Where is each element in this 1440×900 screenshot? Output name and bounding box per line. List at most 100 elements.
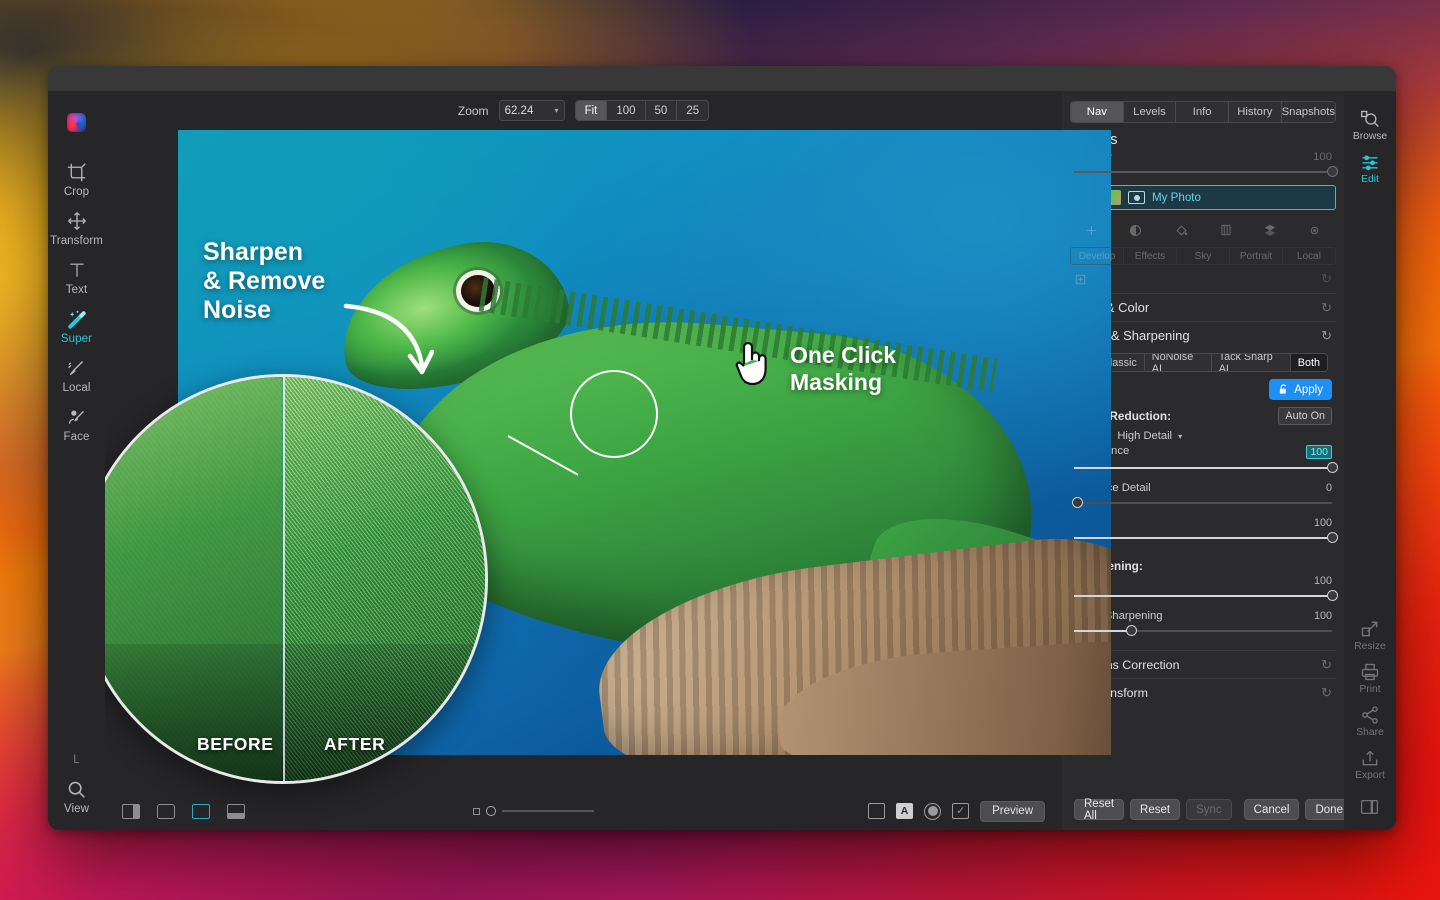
apply-button[interactable]: Apply: [1269, 379, 1332, 400]
method-value[interactable]: High Detail: [1117, 430, 1172, 442]
fill-icon[interactable]: [1174, 223, 1189, 238]
rail-share[interactable]: Share: [1356, 699, 1383, 742]
rail-export[interactable]: Export: [1355, 742, 1385, 785]
module-tab-effects[interactable]: Effects: [1124, 248, 1177, 264]
module-tab-sky[interactable]: Sky: [1177, 248, 1230, 264]
panel-toggle-button[interactable]: [1360, 785, 1379, 821]
before-after-loupe[interactable]: BEFORE AFTER: [78, 374, 488, 784]
tab-nav[interactable]: Nav: [1071, 102, 1124, 122]
rating-group: A ✓ Preview: [868, 801, 1045, 822]
size-slider-track[interactable]: [502, 810, 594, 812]
opacity-slider[interactable]: [1074, 165, 1332, 179]
deblur-slider[interactable]: [1074, 589, 1332, 603]
zoom-preset-100[interactable]: 100: [607, 101, 645, 120]
module-tab-portrait[interactable]: Portrait: [1230, 248, 1283, 264]
tab-info[interactable]: Info: [1176, 102, 1229, 122]
tool-transform[interactable]: Transform: [48, 203, 105, 252]
tool-label: Local: [63, 382, 91, 394]
zoom-preset-fit[interactable]: Fit: [576, 101, 608, 120]
auto-on-button[interactable]: Auto On: [1278, 407, 1332, 425]
rail-edit[interactable]: Edit: [1360, 146, 1380, 189]
unlock-icon: [1278, 383, 1289, 396]
add-layer-icon[interactable]: [1085, 224, 1098, 237]
luminance-slider[interactable]: [1074, 461, 1332, 475]
tool-label: Super: [61, 333, 92, 345]
luminance-value[interactable]: 100: [1306, 445, 1332, 459]
reset-icon[interactable]: ↻: [1321, 328, 1332, 344]
chevron-down-icon[interactable]: ▾: [1178, 432, 1182, 441]
magnifier-icon: [66, 778, 87, 800]
tool-super[interactable]: Super: [48, 301, 105, 350]
rating-box-icon[interactable]: [868, 803, 885, 819]
grid-view-icon[interactable]: [192, 804, 210, 819]
color-label-icon[interactable]: [924, 803, 941, 820]
magic-wand-icon: [65, 308, 88, 330]
zoom-preset-50[interactable]: 50: [646, 101, 678, 120]
reset-icon[interactable]: ↻: [1321, 685, 1332, 701]
compare-split-icon[interactable]: [122, 804, 140, 819]
micro-sharpening-value[interactable]: 100: [1314, 610, 1332, 622]
delete-layer-icon[interactable]: [1219, 223, 1233, 237]
loupe-split-line: [283, 377, 285, 781]
zoom-preset-25[interactable]: 25: [677, 101, 708, 120]
fit-zoom-segmented[interactable]: Fit 100 50 25: [575, 100, 710, 121]
size-slider-handle[interactable]: [486, 806, 496, 816]
tool-text[interactable]: Text: [48, 252, 105, 301]
rail-label: Resize: [1354, 641, 1385, 652]
mode-tab-nonoise-ai[interactable]: NoNoise AI: [1145, 354, 1212, 371]
color-slider[interactable]: [1074, 531, 1332, 545]
add-preset-icon[interactable]: [1074, 273, 1087, 286]
filmstrip-icon[interactable]: [227, 804, 245, 819]
reset-icon[interactable]: ↻: [1321, 271, 1332, 287]
reset-icon[interactable]: ↻: [1321, 657, 1332, 673]
right-toolbar: Browse Edit: [1344, 91, 1396, 830]
enhance-detail-slider[interactable]: [1074, 496, 1332, 510]
tool-face[interactable]: Face: [48, 399, 105, 448]
tab-history[interactable]: History: [1229, 102, 1282, 122]
reset-button[interactable]: Reset: [1130, 799, 1180, 820]
tool-crop[interactable]: Crop: [48, 154, 105, 203]
mask-icon[interactable]: [1128, 223, 1143, 238]
tool-local[interactable]: Local: [48, 350, 105, 399]
thumbnail-size-slider[interactable]: [473, 806, 594, 816]
canvas-column: Zoom 62.24 ▾ Fit 100 50 25: [105, 91, 1062, 830]
chevron-down-icon: ▾: [555, 106, 559, 115]
module-tab-local[interactable]: Local: [1283, 248, 1335, 264]
rail-browse[interactable]: Browse: [1353, 103, 1387, 146]
micro-sharpening-slider[interactable]: [1074, 624, 1332, 638]
zoom-select[interactable]: 62.24 ▾: [499, 100, 565, 121]
tool-view[interactable]: View: [48, 771, 105, 820]
tab-snapshots[interactable]: Snapshots: [1282, 102, 1335, 122]
single-view-icon[interactable]: [157, 804, 175, 819]
module-tabs: Develop Effects Sky Portrait Local: [1070, 247, 1336, 265]
enhance-detail-value[interactable]: 0: [1326, 482, 1332, 494]
auto-box-icon[interactable]: A: [896, 803, 913, 819]
rail-print[interactable]: Print: [1359, 656, 1380, 699]
tab-levels[interactable]: Levels: [1124, 102, 1177, 122]
panel-tabs: Nav Levels Info History Snapshots: [1070, 101, 1336, 123]
reset-icon[interactable]: ↻: [1321, 300, 1332, 316]
deblur-value[interactable]: 100: [1314, 575, 1332, 587]
canvas-topbar: Zoom 62.24 ▾ Fit 100 50 25: [105, 91, 1062, 130]
export-icon: [1360, 748, 1380, 768]
color-value[interactable]: 100: [1314, 517, 1332, 529]
tool-layers[interactable]: L: [48, 744, 105, 771]
left-toolbar: Crop Transform: [48, 91, 105, 830]
portrait-icon: [66, 406, 87, 428]
stack-icon[interactable]: [1263, 223, 1277, 237]
cancel-button[interactable]: Cancel: [1244, 799, 1300, 820]
share-icon: [1360, 705, 1380, 725]
preview-button[interactable]: Preview: [980, 801, 1045, 822]
right-toolbar-bottom: Resize Print: [1354, 613, 1385, 830]
mode-tab-tack-sharp-ai[interactable]: Tack Sharp AI: [1212, 354, 1291, 371]
rail-resize[interactable]: Resize: [1354, 613, 1385, 656]
reset-all-button[interactable]: Reset All: [1074, 799, 1124, 820]
settings-dot-icon[interactable]: [1308, 224, 1321, 237]
mode-tab-both[interactable]: Both: [1291, 354, 1327, 371]
window-titlebar[interactable]: [48, 66, 1396, 91]
camera-icon: [1128, 191, 1145, 204]
tool-label: View: [64, 803, 89, 815]
before-label: BEFORE: [197, 734, 274, 755]
module-tab-develop[interactable]: Develop: [1071, 248, 1124, 264]
check-box-icon[interactable]: ✓: [952, 803, 969, 819]
